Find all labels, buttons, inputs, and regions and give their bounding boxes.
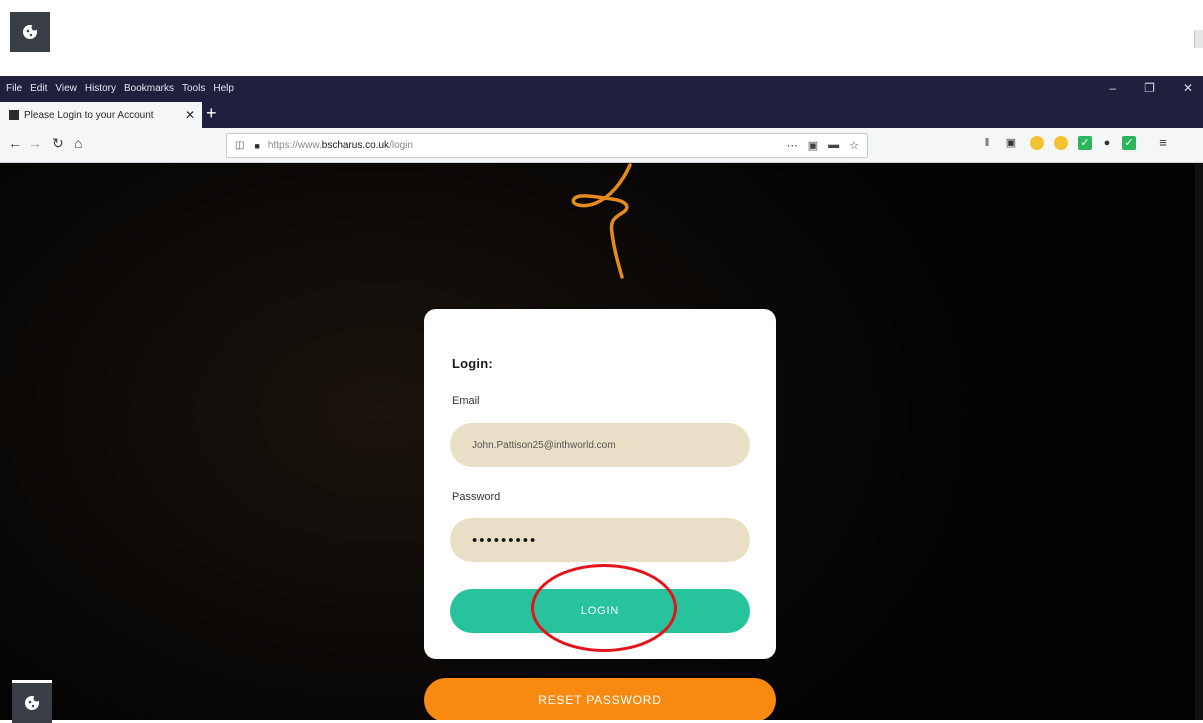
password-label: Password [452,491,501,503]
hamburger-menu-icon[interactable]: ≡ [1156,136,1170,150]
menu-view[interactable]: View [55,83,77,94]
extension-icon[interactable] [1030,136,1044,150]
menu-history[interactable]: History [85,83,116,94]
menu-bookmarks[interactable]: Bookmarks [124,83,174,94]
library-icon[interactable]: ‖ [980,136,994,150]
cookie-settings-button[interactable] [10,12,50,52]
restore-icon[interactable]: ❐ [1144,81,1155,95]
forward-icon[interactable]: → [28,135,42,151]
window-controls: – ❐ ✕ [1109,76,1193,100]
address-bar[interactable]: ◫ ■ https://www.bscharus.co.uk/login ⋯ ▣… [226,133,868,158]
menu-file[interactable]: File [6,83,22,94]
login-button[interactable]: LOGIN [450,589,750,633]
menu-tools[interactable]: Tools [182,83,205,94]
shield-icon[interactable]: ◫ [235,140,244,151]
menu-bar: File Edit View History Bookmarks Tools H… [0,76,1203,100]
login-heading: Login: [452,356,493,371]
cookie-settings-button-bottom[interactable] [12,680,52,723]
cookie-icon [23,24,38,39]
nav-bar: ← → ↻ ⌂ ◫ ■ https://www.bscharus.co.uk/l… [0,128,1203,163]
search-extension-icon[interactable]: ● [1100,136,1114,150]
tab-close-icon[interactable]: ✕ [182,108,198,122]
checkmark-extension-icon[interactable]: ✓ [1122,136,1136,150]
page-scrollbar[interactable] [1195,163,1203,720]
flag-icon[interactable]: ▬ [828,139,839,152]
tab-title: Please Login to your Account [24,109,154,121]
outer-scrollbar[interactable] [1194,30,1203,48]
cookie-icon [25,695,40,710]
login-card: Login: Email Password LOGIN [424,309,776,659]
bookmark-star-icon[interactable]: ☆ [849,139,859,152]
home-icon[interactable]: ⌂ [74,135,82,151]
email-label: Email [452,395,480,407]
checkmark-extension-icon[interactable]: ✓ [1078,136,1092,150]
favicon-icon [9,110,19,120]
swirl-logo [571,163,632,279]
lock-icon[interactable]: ■ [254,141,259,151]
menu-help[interactable]: Help [213,83,234,94]
reset-password-button[interactable]: RESET PASSWORD [424,678,776,720]
back-icon[interactable]: ← [8,135,22,151]
url-text[interactable]: https://www.bscharus.co.uk/login [268,140,413,151]
email-field[interactable] [450,423,750,467]
top-strip [0,0,1203,76]
page-actions-menu-icon[interactable]: ⋯ [787,139,798,152]
password-field[interactable] [450,518,750,562]
pocket-icon[interactable]: ▣ [808,139,818,152]
minimize-icon[interactable]: – [1109,81,1116,95]
page-background: Login: Email Password LOGIN RESET PASSWO… [0,163,1203,720]
menu-edit[interactable]: Edit [30,83,47,94]
page-actions: ⋯ ▣ ▬ ☆ [787,139,859,152]
close-window-icon[interactable]: ✕ [1183,81,1193,95]
tab-login[interactable]: Please Login to your Account ✕ [0,102,202,128]
tab-bar: Please Login to your Account ✕ [0,100,1203,128]
new-tab-button[interactable]: + [206,104,217,122]
sidebar-icon[interactable]: ▣ [1004,136,1018,150]
reload-icon[interactable]: ↻ [52,135,64,152]
extension-icon[interactable] [1054,136,1068,150]
